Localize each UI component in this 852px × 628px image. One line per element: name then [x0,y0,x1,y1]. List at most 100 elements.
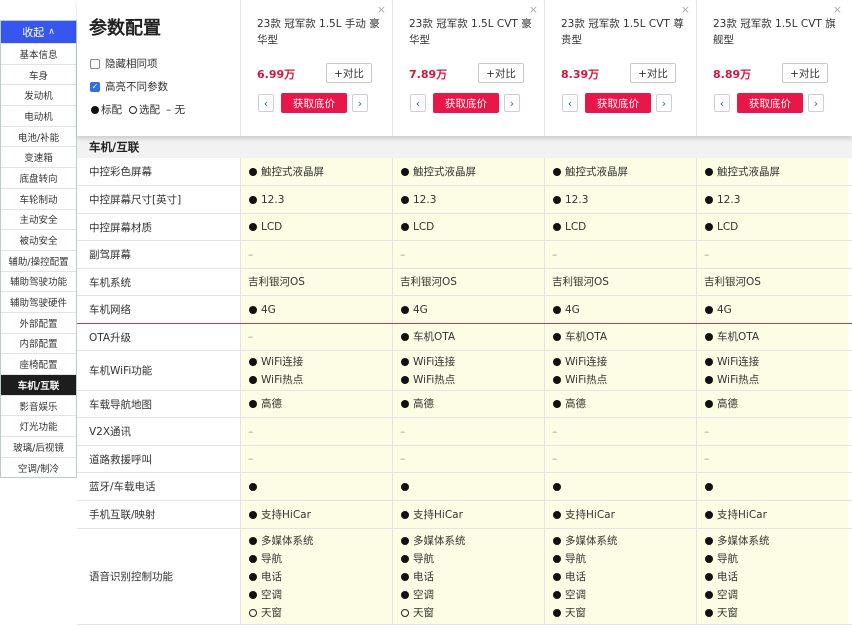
car-name: 23款 冠军款 1.5L 手动 豪华型 [257,18,380,46]
spec-label: 车机WiFi功能 [77,351,240,390]
spec-value-text: – [400,248,406,261]
spec-cell: 吉利银河OS [392,269,544,295]
spec-value [552,482,696,491]
chevron-left-icon[interactable]: ‹ [714,94,730,112]
spec-rows: 中控彩色屏幕 触控式液晶屏 触控式液晶屏 触控式液晶屏 触控式液晶屏 中控屏幕尺寸[英寸]… [77,158,852,625]
chevron-right-icon[interactable]: › [808,94,824,112]
compare-button[interactable]: +对比 [326,63,372,83]
car-price: 8.89万 [713,68,752,81]
nav-item[interactable]: 辅助/操控配置 [1,249,76,271]
nav-item[interactable]: 辅助驾驶功能 [1,270,76,292]
optional-dot-icon [401,608,409,617]
nav-item[interactable]: 辅助驾驶硬件 [1,291,76,312]
get-price-button[interactable]: 获取底价 [281,93,347,113]
nav-item[interactable]: 发动机 [1,84,76,105]
spec-cell: 高德 [544,391,696,417]
nav-item[interactable]: 影音娱乐 [1,394,76,416]
chevron-right-icon[interactable]: › [352,94,368,112]
spec-row: 中控彩色屏幕 触控式液晶屏 触控式液晶屏 触控式液晶屏 触控式液晶屏 [77,158,852,186]
nav-item[interactable]: 主动安全 [1,208,76,230]
close-icon[interactable]: × [681,3,690,16]
nav-item[interactable]: 玻璃/后视镜 [1,436,76,457]
car-column: × 23款 冠军款 1.5L CVT 豪华型 7.89万 +对比 ‹ 获取底价 › [392,0,544,136]
spec-value: 天窗 [552,607,696,619]
spec-value-text: WiFi热点 [413,373,456,386]
standard-dot-icon [705,536,713,545]
spec-value: 多媒体系统 [552,535,696,547]
spec-value-text: 高德 [565,398,586,410]
spec-value-text: 吉利银河OS [400,276,457,288]
spec-cell: – [392,241,544,268]
spec-value: 吉利银河OS [248,276,392,288]
spec-value: 导航 [400,553,544,565]
compare-button[interactable]: +对比 [630,63,676,83]
spec-value: 导航 [248,553,392,565]
nav-item[interactable]: 变速箱 [1,146,76,167]
standard-dot-icon [401,223,409,231]
spec-value: 12.3 [704,194,848,206]
spec-value-text: LCD [565,221,587,233]
chevron-right-icon[interactable]: › [504,94,520,112]
nav-item[interactable]: 内部配置 [1,332,76,354]
standard-dot-icon [705,572,713,581]
get-price-button[interactable]: 获取底价 [433,93,499,113]
spec-value-text: 多媒体系统 [261,534,314,547]
spec-value-text: 多媒体系统 [413,534,466,547]
spec-value: 天窗 [248,607,392,619]
close-icon[interactable]: × [529,3,538,16]
get-price-button[interactable]: 获取底价 [585,93,651,113]
nav-item[interactable]: 空调/制冷 [1,456,76,478]
spec-row: 中控屏幕尺寸[英寸] 12.3 12.3 12.3 12.3 [77,186,852,214]
nav-item[interactable]: 底盘转向 [1,167,76,188]
spec-value: WiFi热点 [552,374,696,386]
spec-cell: – [696,241,848,268]
spec-value-text: 吉利银河OS [248,276,305,288]
get-price-button[interactable]: 获取底价 [737,93,803,113]
collapse-nav-button[interactable]: 收起 ∧ [1,21,76,43]
chevron-left-icon[interactable]: ‹ [258,94,274,112]
car-name: 23款 冠军款 1.5L CVT 尊贵型 [561,18,684,46]
spec-value-text: 电话 [413,570,434,583]
nav-item[interactable]: 座椅配置 [1,353,76,374]
spec-value: 触控式液晶屏 [552,166,696,178]
spec-value-text: 高德 [717,398,738,410]
spec-value: 多媒体系统 [704,535,848,547]
nav-item[interactable]: 车轮制动 [1,187,76,209]
spec-cell: – [544,418,696,445]
spec-cell: 支持HiCar [392,501,544,528]
spec-value-text: 天窗 [717,606,738,619]
spec-cell [696,473,848,500]
spec-label: OTA升级 [77,324,240,350]
compare-button[interactable]: +对比 [478,63,524,83]
highlight-diff-option[interactable]: ✓ 高亮不同参数 [90,79,168,94]
spec-value-text: 导航 [413,552,434,565]
nav-item[interactable]: 被动安全 [1,229,76,250]
spec-row: 手机互联/映射 支持HiCar 支持HiCar 支持HiCar 支持HiCar [77,501,852,529]
hide-same-checkbox[interactable] [90,58,100,69]
chevron-left-icon[interactable]: ‹ [562,94,578,112]
chevron-left-icon[interactable]: ‹ [410,94,426,112]
nav-item[interactable]: 车机/互联 [1,374,76,395]
spec-cell: 高德 [240,391,392,417]
close-icon[interactable]: × [833,3,842,16]
nav-item[interactable]: 灯光功能 [1,415,76,436]
compare-button[interactable]: +对比 [782,63,828,83]
optional-dot-icon [249,608,257,617]
hide-same-option[interactable]: 隐藏相同项 [90,56,158,71]
spec-value-text: LCD [717,221,739,233]
close-icon[interactable]: × [377,3,386,16]
spec-cell: 多媒体系统 导航 电话 空调 天窗 [544,529,696,624]
spec-cell: 车机OTA [544,324,696,350]
spec-value: WiFi热点 [248,374,392,386]
nav-item[interactable]: 车身 [1,63,76,85]
standard-dot-icon [249,590,257,599]
nav-item[interactable]: 基本信息 [1,43,76,64]
nav-item[interactable]: 电池/补能 [1,125,76,147]
chevron-right-icon[interactable]: › [656,94,672,112]
spec-value-text: 多媒体系统 [717,534,770,547]
standard-dot-icon [553,572,561,581]
nav-item[interactable]: 电动机 [1,105,76,126]
highlight-diff-checkbox[interactable]: ✓ [90,81,100,92]
nav-item[interactable]: 外部配置 [1,311,76,333]
standard-dot-icon [705,357,713,366]
